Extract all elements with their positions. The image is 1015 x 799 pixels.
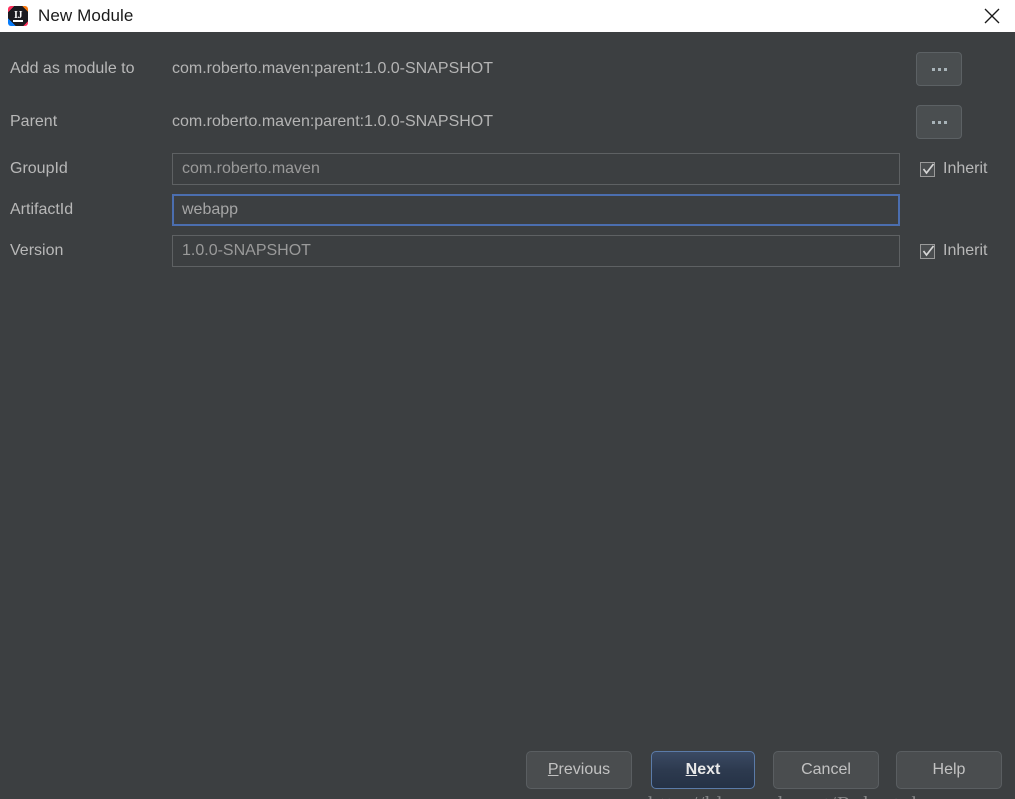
cancel-button[interactable]: Cancel xyxy=(773,751,879,789)
parent-label: Parent xyxy=(10,113,58,130)
next-button-label: ext xyxy=(697,761,721,778)
group-id-input[interactable]: com.roberto.maven xyxy=(172,153,900,185)
previous-button-mnemonic: P xyxy=(547,761,559,778)
artifact-id-input[interactable]: webapp xyxy=(172,194,900,226)
close-icon[interactable] xyxy=(969,0,1015,32)
watermark-text: http://blog.csdn.net/Robertohuang xyxy=(648,792,968,799)
ellipsis-icon xyxy=(931,120,935,124)
version-inherit-label: Inherit xyxy=(943,242,988,259)
previous-button[interactable]: Previous xyxy=(526,751,632,789)
dialog-content: Add as module to com.roberto.maven:paren… xyxy=(0,32,1015,799)
add-as-module-value: com.roberto.maven:parent:1.0.0-SNAPSHOT xyxy=(172,60,494,77)
parent-value: com.roberto.maven:parent:1.0.0-SNAPSHOT xyxy=(172,113,494,130)
checkmark-icon xyxy=(920,243,935,259)
parent-browse-button[interactable] xyxy=(916,105,962,139)
version-input[interactable]: 1.0.0-SNAPSHOT xyxy=(172,235,900,267)
ellipsis-icon xyxy=(937,120,941,124)
group-id-label: GroupId xyxy=(10,160,68,177)
ellipsis-icon xyxy=(937,67,941,71)
help-button[interactable]: Help xyxy=(896,751,1002,789)
ellipsis-icon xyxy=(943,120,947,124)
version-label: Version xyxy=(10,242,64,259)
next-button[interactable]: Next xyxy=(651,751,755,789)
add-as-module-label: Add as module to xyxy=(10,60,135,77)
group-id-inherit-checkbox[interactable]: Inherit xyxy=(920,157,987,181)
intellij-idea-icon: IJ xyxy=(8,6,28,26)
ellipsis-icon xyxy=(943,67,947,71)
checkmark-icon xyxy=(920,161,935,177)
window-title: New Module xyxy=(38,6,134,25)
group-id-inherit-label: Inherit xyxy=(943,160,988,177)
add-as-module-browse-button[interactable] xyxy=(916,52,962,86)
title-bar: IJ New Module xyxy=(0,0,1015,32)
artifact-id-label: ArtifactId xyxy=(10,201,74,218)
version-inherit-checkbox[interactable]: Inherit xyxy=(920,239,987,263)
previous-button-label: revious xyxy=(558,761,611,778)
next-button-mnemonic: N xyxy=(685,761,698,778)
new-module-dialog: IJ New Module Add as module to com.rober… xyxy=(0,0,1015,799)
ellipsis-icon xyxy=(931,67,935,71)
